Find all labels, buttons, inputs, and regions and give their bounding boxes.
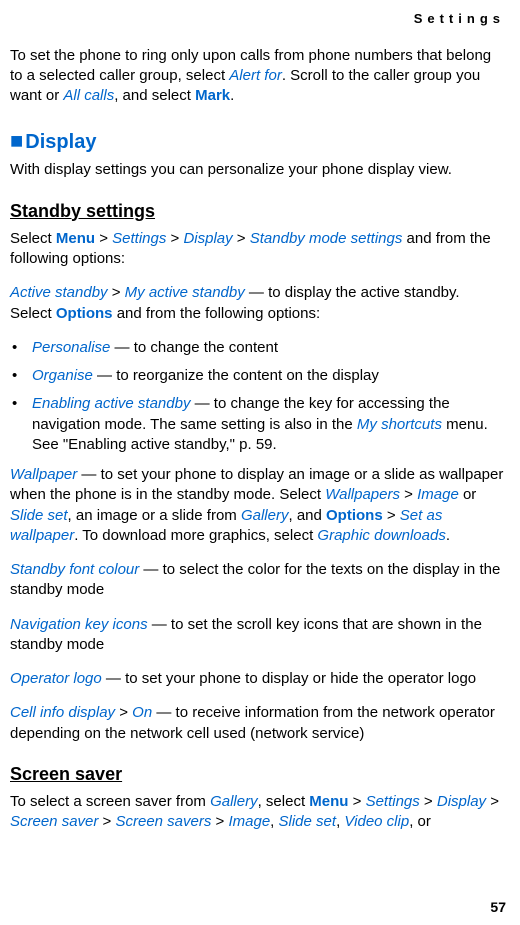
image-label: Image [228,813,270,830]
text: , [270,813,278,830]
menu-label: Menu [309,793,348,810]
active-standby-label: Active standby [10,284,108,301]
options-label: Options [326,507,383,524]
wallpaper-para: Wallpaper — to set your phone to display… [10,465,505,546]
text: and from the following options: [113,305,321,322]
screen-savers-label: Screen savers [115,813,211,830]
sep: > [233,230,250,247]
text: or [459,486,477,503]
sep: > [211,813,228,830]
wallpapers-label: Wallpapers [325,486,400,503]
list-item: Personalise — to change the content [10,338,505,358]
text: , or [409,813,431,830]
wallpaper-label: Wallpaper [10,466,77,483]
link-all-calls: All calls [63,87,114,104]
subsection-standby-settings: Standby settings [10,199,505,223]
text: To select a screen saver from [10,793,210,810]
text: . [230,87,234,104]
text: . To download more graphics, select [74,527,317,544]
section-title: Display [25,131,96,153]
navigation-key-icons-para: Navigation key icons — to set the scroll… [10,615,505,656]
display-intro: With display settings you can personaliz… [10,160,505,180]
text: — to set your phone to display or hide t… [102,670,476,687]
options-label: Options [56,305,113,322]
options-list: Personalise — to change the content Orga… [10,338,505,455]
display-label: Display [437,793,486,810]
intro-paragraph: To set the phone to ring only upon calls… [10,46,505,107]
text: Select [10,230,56,247]
page-number: 57 [490,898,506,917]
text: , select [258,793,310,810]
font-colour-para: Standby font colour — to select the colo… [10,560,505,601]
page-header: Settings [10,10,505,28]
operator-logo-label: Operator logo [10,670,102,687]
section-marker-icon: ■ [10,128,23,153]
text: , an image or a slide from [68,507,241,524]
cell-info-para: Cell info display > On — to receive info… [10,703,505,744]
sep: > [420,793,437,810]
sep: > [95,230,112,247]
text: . [446,527,450,544]
standby-mode-settings-label: Standby mode settings [250,230,403,247]
link-alert-for: Alert for [229,67,282,84]
settings-label: Settings [366,793,420,810]
my-active-standby-label: My active standby [125,284,245,301]
settings-label: Settings [112,230,166,247]
navigation-key-icons-label: Navigation key icons [10,616,148,633]
screen-saver-label: Screen saver [10,813,98,830]
slide-set-label: Slide set [279,813,337,830]
sep: > [115,704,132,721]
enabling-active-standby-label: Enabling active standby [32,395,190,412]
sep: > [400,486,417,503]
image-label: Image [417,486,459,503]
gallery-label: Gallery [210,793,258,810]
screensaver-para: To select a screen saver from Gallery, s… [10,792,505,833]
standby-select-path: Select Menu > Settings > Display > Stand… [10,229,505,270]
slide-set-label: Slide set [10,507,68,524]
display-label: Display [183,230,232,247]
my-shortcuts-label: My shortcuts [357,416,442,433]
menu-label: Menu [56,230,95,247]
standby-font-colour-label: Standby font colour [10,561,139,578]
text: , and select [114,87,195,104]
on-label: On [132,704,152,721]
personalise-label: Personalise [32,339,110,356]
operator-logo-para: Operator logo — to set your phone to dis… [10,669,505,689]
sep: > [348,793,365,810]
gallery-label: Gallery [241,507,289,524]
sep: > [383,507,400,524]
video-clip-label: Video clip [344,813,409,830]
text: — to reorganize the content on the displ… [93,367,379,384]
organise-label: Organise [32,367,93,384]
sep: > [486,793,499,810]
section-display-heading: ■Display [10,126,505,156]
action-mark: Mark [195,87,230,104]
sep: > [98,813,115,830]
active-standby-para: Active standby > My active standby — to … [10,283,505,324]
list-item: Organise — to reorganize the content on … [10,366,505,386]
subsection-screen-saver: Screen saver [10,762,505,786]
cell-info-display-label: Cell info display [10,704,115,721]
text: — to change the content [110,339,278,356]
sep: > [108,284,125,301]
text: , and [288,507,326,524]
graphic-downloads-label: Graphic downloads [317,527,445,544]
list-item: Enabling active standby — to change the … [10,394,505,455]
sep: > [166,230,183,247]
